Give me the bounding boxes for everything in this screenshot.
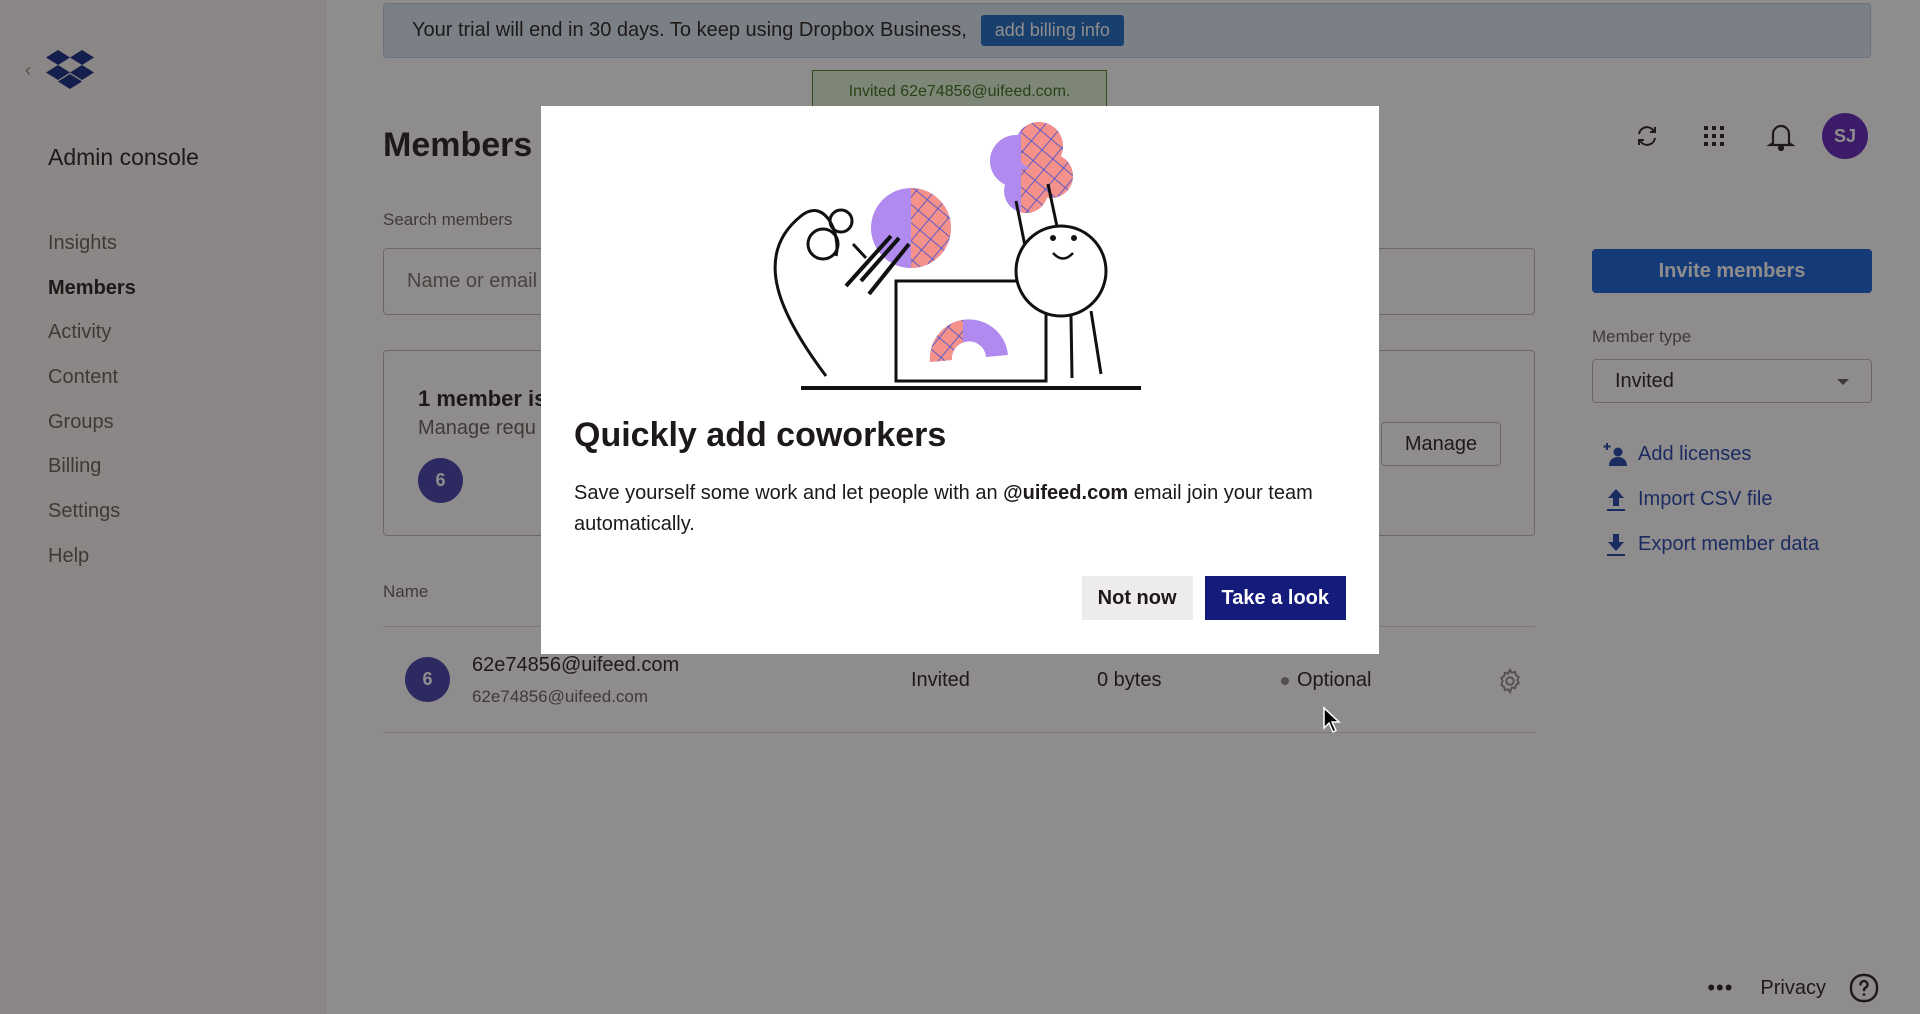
mouse-cursor-icon xyxy=(1323,706,1341,734)
modal-body-prefix: Save yourself some work and let people w… xyxy=(574,482,1004,504)
take-a-look-button[interactable]: Take a look xyxy=(1204,576,1346,620)
modal-body: Save yourself some work and let people w… xyxy=(574,478,1364,540)
coworkers-illustration xyxy=(773,122,1141,390)
modal-body-domain: @uifeed.com xyxy=(1003,482,1129,504)
modal-title: Quickly add coworkers xyxy=(574,416,947,454)
modal-actions: Not now Take a look xyxy=(1081,576,1346,620)
quick-add-coworkers-modal: Quickly add coworkers Save yourself some… xyxy=(541,106,1379,654)
not-now-button[interactable]: Not now xyxy=(1081,576,1193,620)
